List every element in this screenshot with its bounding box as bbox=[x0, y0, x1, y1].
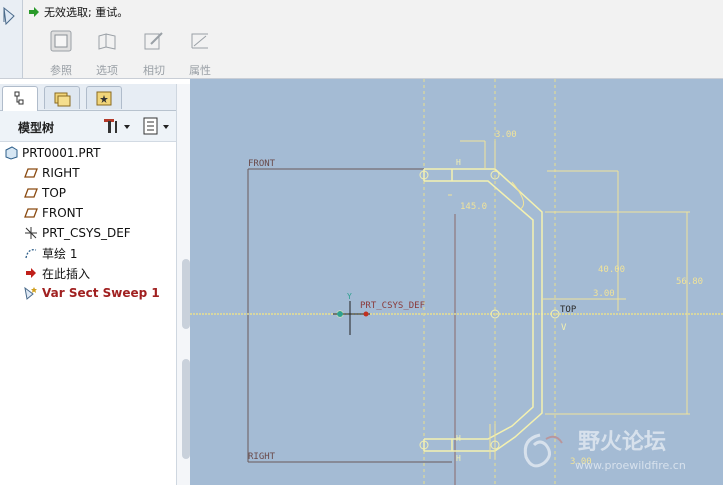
h-label-1: H bbox=[456, 158, 461, 167]
tool-label: 属性 bbox=[189, 64, 211, 77]
navigator-panel: 模型树 PRT0001.PRT RIGHT TOP FRONT PRT_CSYS… bbox=[0, 84, 183, 485]
show-menu-icon[interactable] bbox=[142, 117, 174, 135]
graphics-window[interactable]: FRONT RIGHT TOP V PRT_CSYS_DEF Y H H H 3… bbox=[190, 79, 723, 485]
model-tree-header: 模型树 bbox=[0, 111, 182, 142]
right-label: RIGHT bbox=[248, 452, 276, 462]
sketch-canvas[interactable]: FRONT RIGHT TOP V PRT_CSYS_DEF Y H H H 3… bbox=[190, 79, 723, 485]
tree-item-top[interactable]: TOP bbox=[24, 184, 66, 202]
dim-3-top: 3.00 bbox=[495, 130, 517, 140]
tab-folder-browser[interactable] bbox=[44, 86, 80, 109]
tool-properties-button[interactable]: 属性 bbox=[183, 30, 217, 78]
navigator-tabs bbox=[0, 84, 182, 111]
tree-item-right[interactable]: RIGHT bbox=[24, 164, 80, 182]
settings-tools-icon[interactable] bbox=[102, 117, 134, 135]
h-label-3: H bbox=[456, 454, 461, 463]
tree-item-var-sect-sweep[interactable]: Var Sect Sweep 1 bbox=[24, 284, 160, 302]
top-label: TOP bbox=[560, 305, 577, 315]
model-tree-icon bbox=[14, 91, 24, 105]
watermark-logo-icon bbox=[523, 433, 563, 468]
datum-plane-icon bbox=[24, 208, 38, 218]
csys-label: PRT_CSYS_DEF bbox=[360, 301, 425, 311]
part-icon bbox=[5, 146, 18, 160]
watermark-url: www.proewildfire.cn bbox=[575, 459, 686, 472]
dashboard-feature-icon bbox=[0, 0, 23, 78]
favorites-icon bbox=[96, 91, 112, 106]
properties-icon bbox=[191, 33, 208, 49]
front-label: FRONT bbox=[248, 159, 276, 169]
tool-references-button[interactable]: 参照 bbox=[44, 30, 78, 78]
tree-item-label: RIGHT bbox=[42, 166, 80, 180]
h-label-2: H bbox=[456, 434, 461, 443]
tool-label: 选项 bbox=[96, 64, 118, 77]
model-tree-title: 模型树 bbox=[18, 121, 55, 135]
dim-145: 145.0 bbox=[460, 202, 487, 212]
csys-y-label: Y bbox=[347, 292, 352, 301]
sweep-feature-icon bbox=[24, 286, 37, 300]
tool-label: 参照 bbox=[50, 64, 72, 77]
sketch-icon bbox=[25, 249, 37, 259]
tree-item-csys[interactable]: PRT_CSYS_DEF bbox=[24, 224, 131, 242]
references-icon bbox=[50, 30, 72, 52]
tool-options-button[interactable]: 选项 bbox=[90, 30, 124, 78]
options-icon bbox=[98, 33, 116, 50]
datum-plane-icon bbox=[24, 168, 38, 178]
tree-item-label: Var Sect Sweep 1 bbox=[42, 286, 160, 300]
watermark-title: 野火论坛 bbox=[578, 429, 666, 455]
tool-label: 相切 bbox=[143, 64, 165, 77]
coordinate-system-icon bbox=[25, 227, 37, 239]
tree-item-label: PRT_CSYS_DEF bbox=[42, 226, 131, 240]
dim-3-mid: 3.00 bbox=[593, 289, 615, 299]
tree-item-part[interactable]: PRT0001.PRT bbox=[4, 144, 100, 162]
splitter-grip-top[interactable] bbox=[182, 259, 190, 329]
green-arrow-icon bbox=[29, 7, 39, 17]
insert-arrow-icon bbox=[26, 268, 36, 278]
feature-dashboard: 无效选取; 重试。 参照 选项 相切 属性 bbox=[0, 0, 723, 79]
folder-icon bbox=[54, 92, 71, 107]
tangency-icon bbox=[144, 32, 163, 50]
status-message: 无效选取; 重试。 bbox=[28, 4, 128, 20]
dimension-lines bbox=[448, 140, 690, 459]
watermark: 野火论坛 www.proewildfire.cn bbox=[523, 429, 686, 472]
tree-item-label: 在此插入 bbox=[42, 266, 91, 281]
tree-item-label: 草绘 1 bbox=[42, 246, 78, 261]
top-v-label: V bbox=[561, 323, 567, 333]
dim-40: 40.00 bbox=[598, 265, 625, 275]
tab-model-tree[interactable] bbox=[2, 86, 38, 111]
datum-plane-icon bbox=[24, 188, 38, 198]
tree-item-front[interactable]: FRONT bbox=[24, 204, 83, 222]
tree-item-label: TOP bbox=[42, 186, 67, 200]
panel-splitter[interactable] bbox=[176, 84, 191, 485]
tree-item-insert-here[interactable]: 在此插入 bbox=[24, 264, 90, 282]
dim-56: 56.80 bbox=[676, 277, 703, 287]
status-message-text: 无效选取; 重试。 bbox=[44, 6, 129, 19]
splitter-grip-bottom[interactable] bbox=[182, 359, 190, 459]
tree-item-sketch[interactable]: 草绘 1 bbox=[24, 244, 77, 262]
tree-item-label: PRT0001.PRT bbox=[22, 146, 101, 160]
tab-favorites[interactable] bbox=[86, 86, 122, 109]
tree-item-label: FRONT bbox=[42, 206, 83, 220]
tool-tangency-button[interactable]: 相切 bbox=[137, 30, 171, 78]
